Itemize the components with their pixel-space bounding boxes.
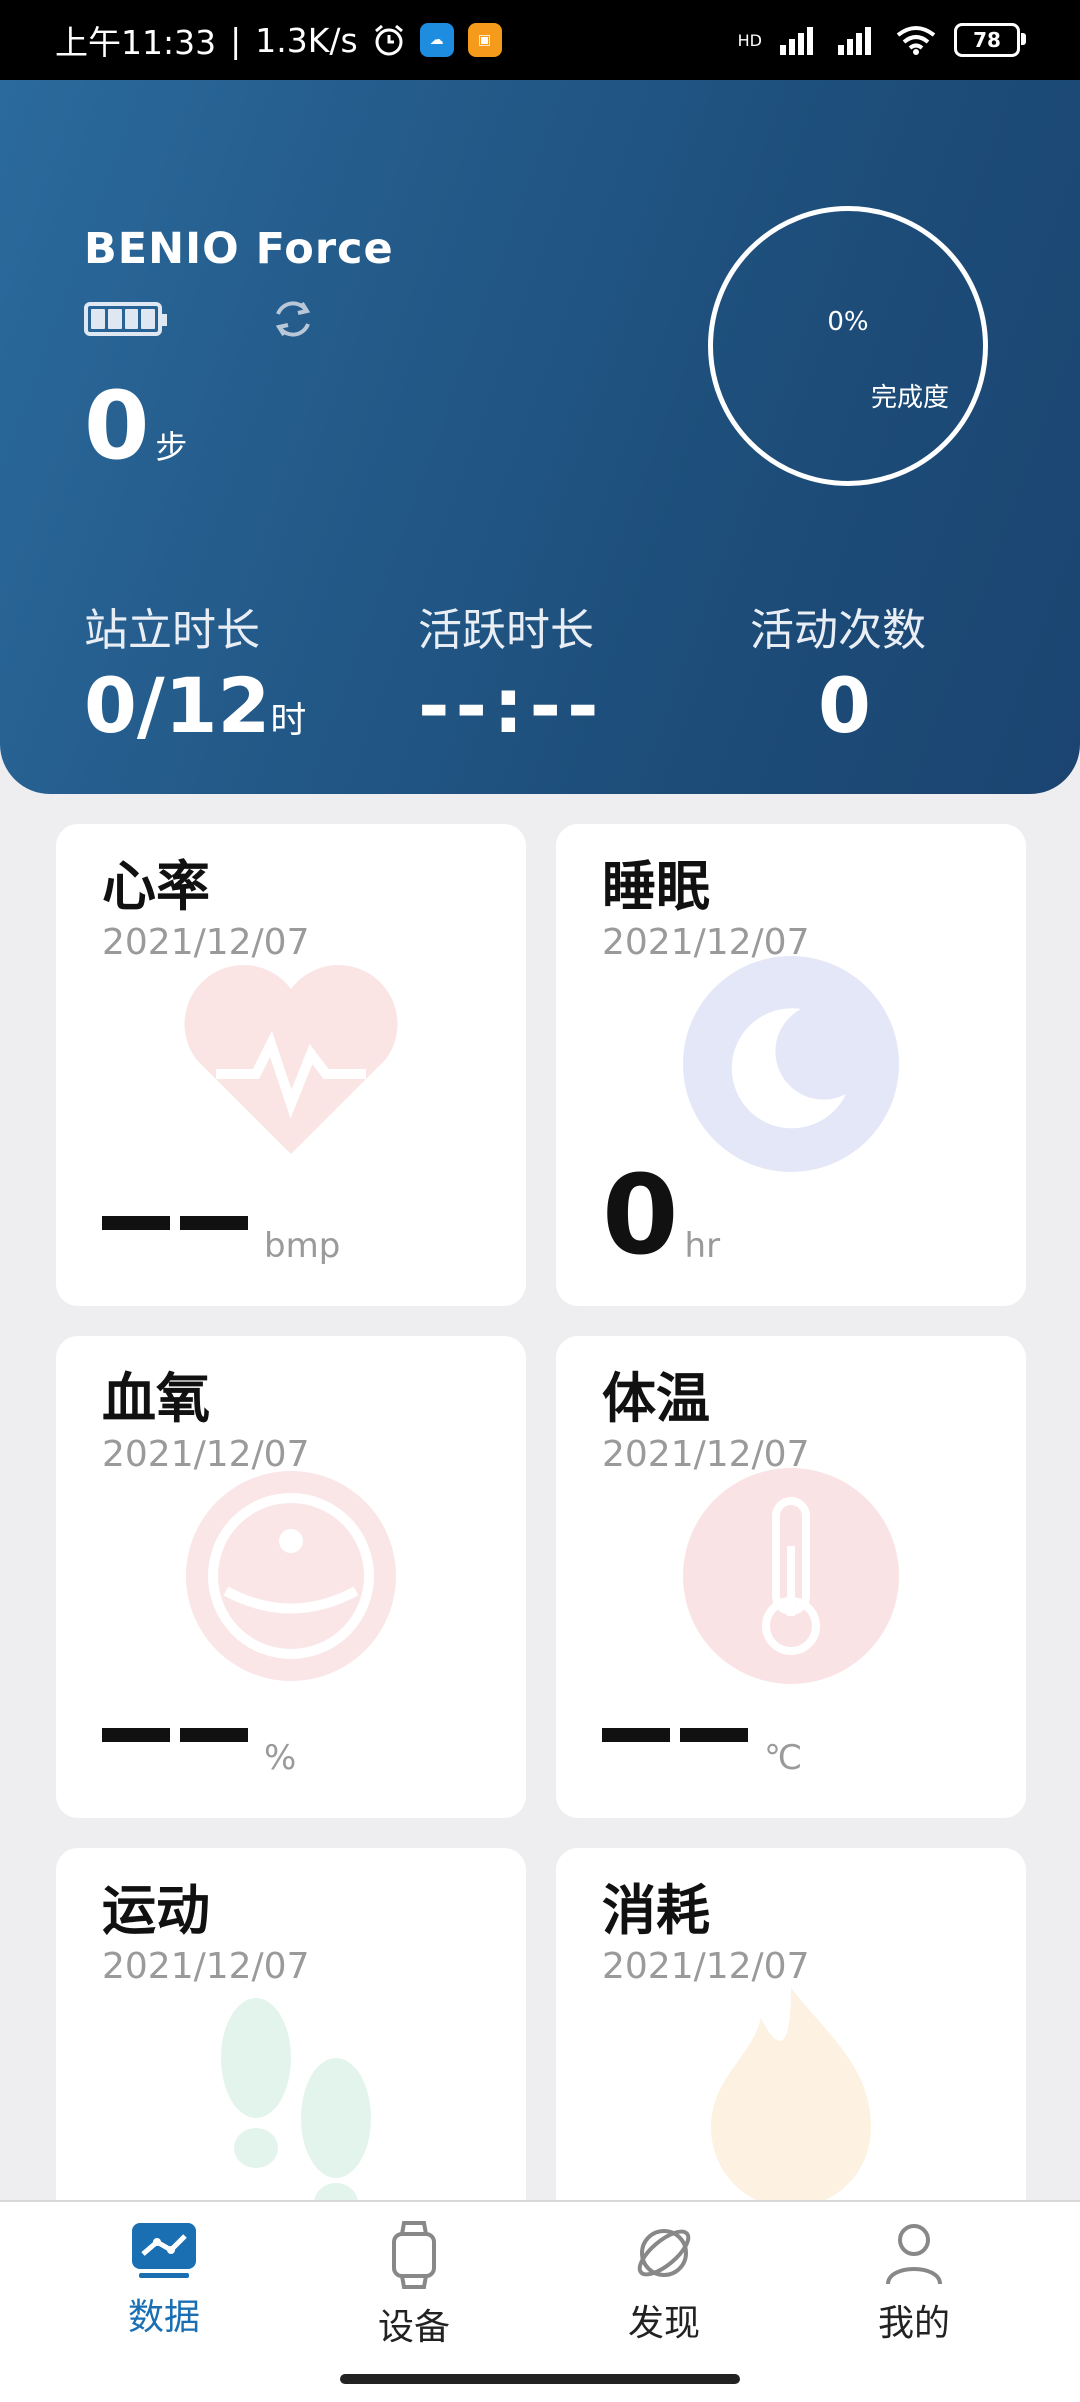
nav-discover[interactable]: 发现 bbox=[584, 2220, 744, 2346]
steps-count: 0步 bbox=[84, 372, 188, 481]
activity-count-label: 活动次数 bbox=[750, 605, 926, 656]
nav-label: 设备 bbox=[377, 2307, 450, 2348]
card-title: 睡眠 bbox=[602, 855, 710, 918]
flame-icon bbox=[711, 1988, 871, 2208]
completion-ring[interactable]: 0% 完成度 bbox=[708, 206, 988, 486]
discover-icon bbox=[637, 2229, 691, 2277]
status-bar: 上午11:33 | 1.3K/s ☁ ▣ HD 78 bbox=[0, 0, 1080, 80]
profile-icon bbox=[886, 2224, 942, 2285]
moon-icon bbox=[683, 956, 899, 1172]
nav-label: 发现 bbox=[627, 2303, 700, 2344]
bottom-navigation: 数据 设备 发现 我的 bbox=[0, 2200, 1080, 2402]
completion-label: 完成度 bbox=[871, 383, 950, 413]
status-speed: 1.3K/s bbox=[255, 20, 358, 60]
data-icon bbox=[132, 2223, 196, 2278]
blood-oxygen-value: % bbox=[102, 1728, 296, 1782]
footprints-icon bbox=[221, 1998, 371, 2208]
home-indicator[interactable] bbox=[340, 2374, 740, 2384]
blood-oxygen-card[interactable]: 血氧 2021/12/07 % bbox=[56, 1336, 526, 1818]
blood-oxygen-icon bbox=[186, 1471, 396, 1681]
alarm-icon bbox=[374, 24, 403, 56]
hd-label: HD bbox=[737, 30, 762, 50]
sleep-value: 0 hr bbox=[602, 1151, 721, 1279]
watch-icon bbox=[392, 2221, 436, 2289]
heart-rate-card[interactable]: 心率 2021/12/07 bmp bbox=[56, 824, 526, 1306]
temperature-value: ℃ bbox=[602, 1728, 802, 1782]
heart-rate-value: bmp bbox=[102, 1216, 340, 1270]
nav-profile[interactable]: 我的 bbox=[834, 2220, 994, 2346]
wifi-icon bbox=[896, 26, 936, 55]
stand-duration-value: 0/12时 bbox=[84, 661, 307, 750]
sync-icon[interactable] bbox=[268, 294, 318, 344]
nav-label: 我的 bbox=[877, 2303, 950, 2344]
active-duration-label: 活跃时长 bbox=[418, 605, 594, 656]
sleep-card[interactable]: 睡眠 2021/12/07 0 hr bbox=[556, 824, 1026, 1306]
signal-icon-1 bbox=[780, 27, 813, 55]
card-date: 2021/12/07 bbox=[102, 922, 310, 963]
device-name[interactable]: BENIO Force bbox=[84, 224, 394, 274]
nav-data[interactable]: 数据 bbox=[84, 2220, 244, 2340]
card-title: 体温 bbox=[602, 1367, 710, 1430]
completion-percent: 0% bbox=[827, 307, 869, 337]
heart-icon bbox=[184, 965, 398, 1154]
activity-count-value: 0 bbox=[818, 661, 871, 750]
temperature-card[interactable]: 体温 2021/12/07 ℃ bbox=[556, 1336, 1026, 1818]
card-title: 运动 bbox=[102, 1879, 210, 1942]
notification-app-icon: ▣ bbox=[467, 23, 502, 57]
signal-icon-2 bbox=[838, 27, 871, 55]
status-time: 上午11:33 bbox=[55, 23, 217, 62]
battery-indicator: 78 bbox=[954, 23, 1026, 57]
card-title: 血氧 bbox=[102, 1367, 210, 1430]
thermometer-icon bbox=[683, 1468, 899, 1684]
nav-device[interactable]: 设备 bbox=[334, 2220, 494, 2350]
card-title: 心率 bbox=[102, 855, 210, 918]
device-summary-header: BENIO Force 0步 0% 完成度 站立时长 0/12时 活跃时长 --… bbox=[0, 80, 1080, 794]
cloud-app-icon: ☁ bbox=[419, 23, 454, 57]
nav-label: 数据 bbox=[127, 2297, 200, 2338]
active-duration-value: --:-- bbox=[418, 661, 605, 750]
card-title: 消耗 bbox=[602, 1879, 710, 1942]
stand-duration-label: 站立时长 bbox=[84, 605, 260, 656]
device-battery-icon bbox=[84, 302, 167, 336]
